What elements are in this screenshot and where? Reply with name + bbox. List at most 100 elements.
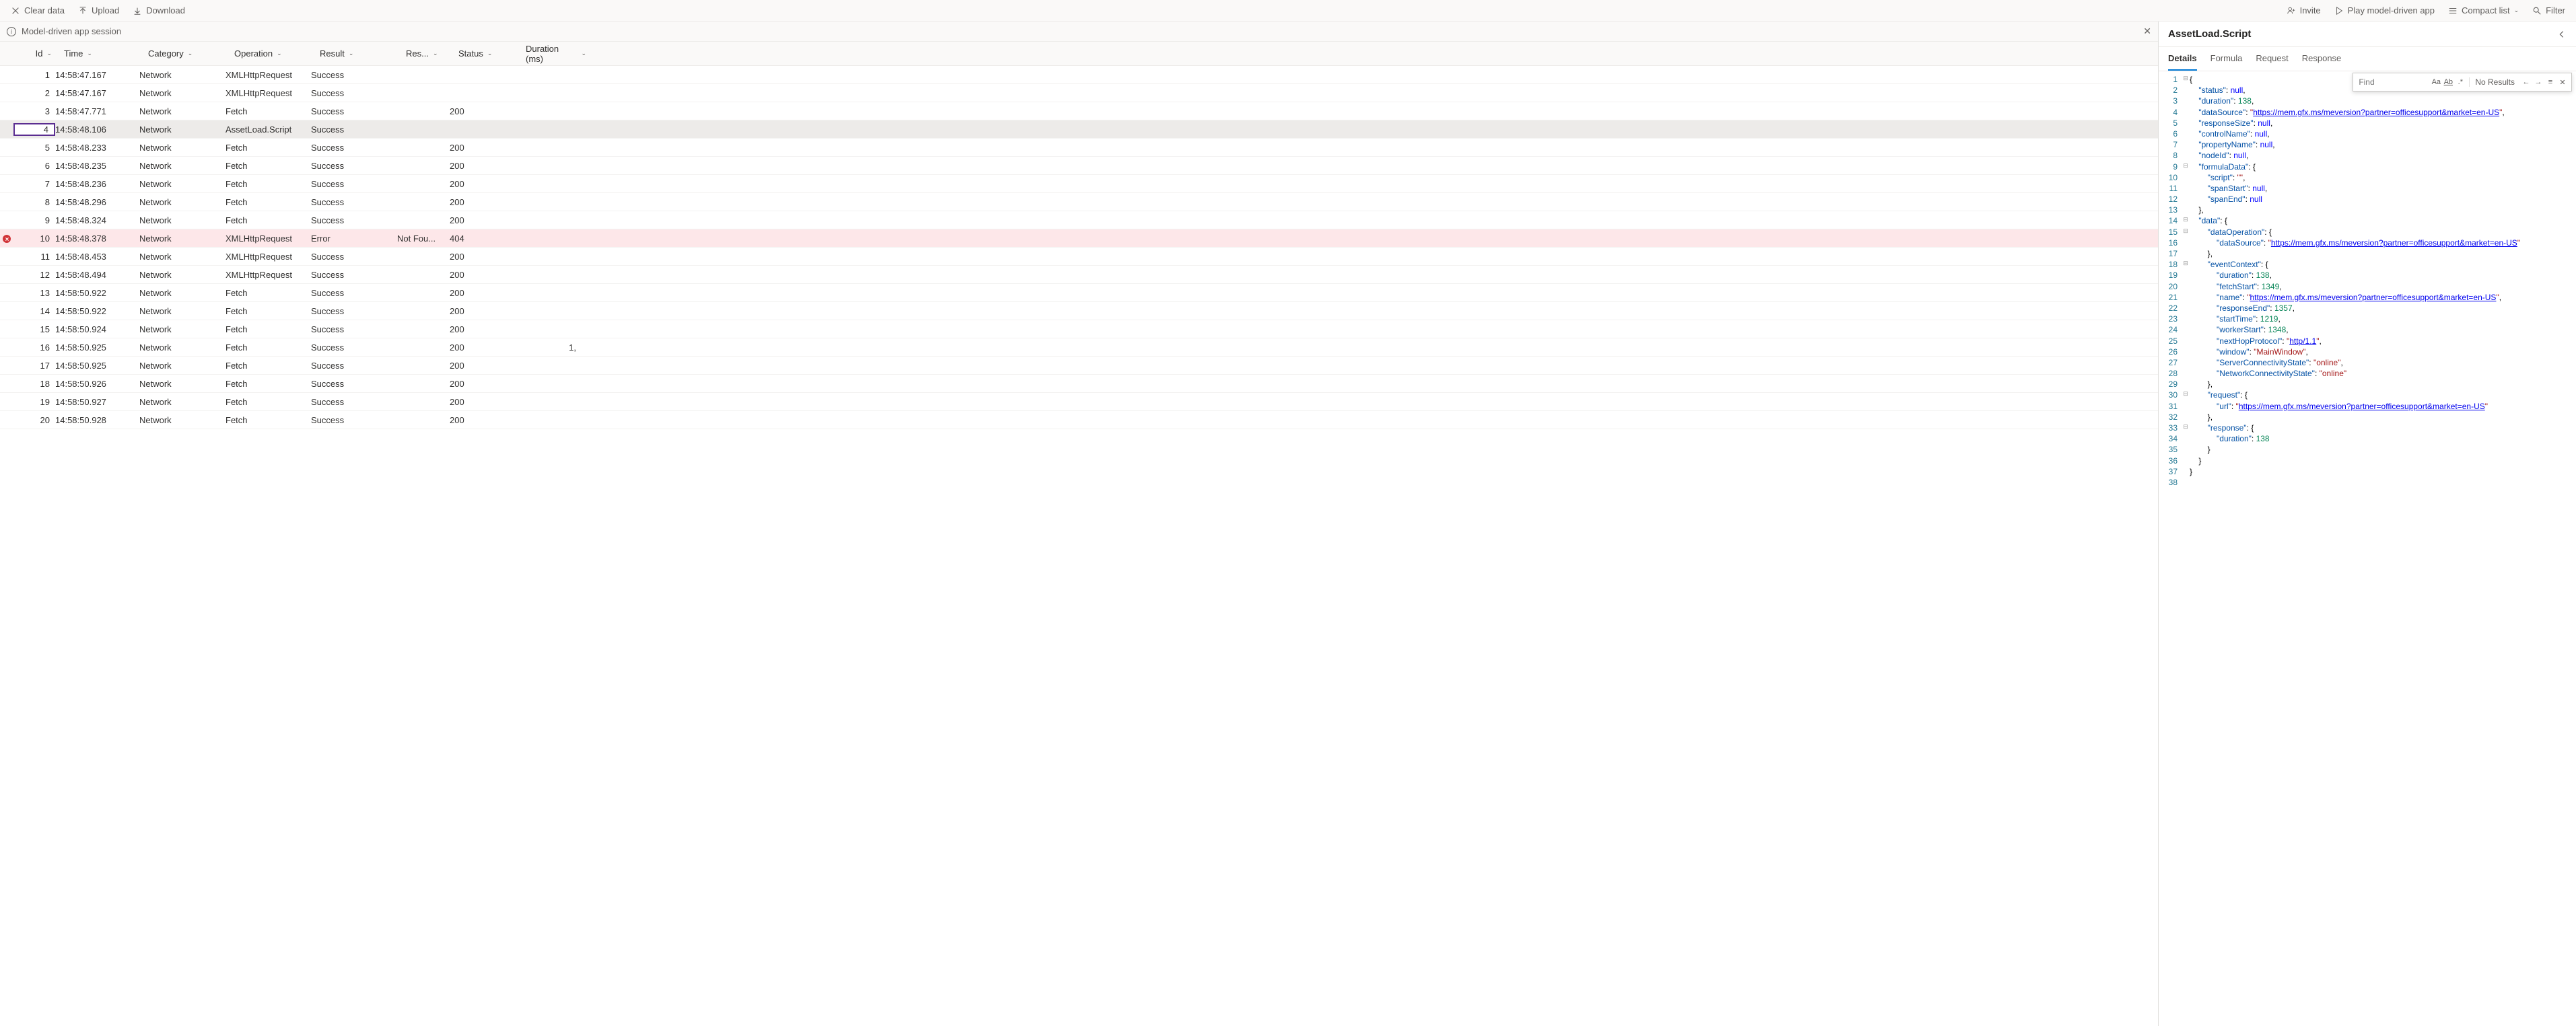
- fold-icon[interactable]: [2182, 172, 2190, 183]
- table-row[interactable]: 214:58:47.167NetworkXMLHttpRequestSucces…: [0, 84, 2158, 102]
- col-header-id[interactable]: Id⌄: [13, 48, 64, 59]
- tab-response[interactable]: Response: [2302, 47, 2342, 71]
- download-button[interactable]: Download: [127, 3, 190, 18]
- find-close-icon[interactable]: ✕: [2556, 78, 2569, 87]
- fold-icon[interactable]: ⊟: [2182, 74, 2190, 85]
- fold-icon[interactable]: ⊟: [2182, 390, 2190, 400]
- table-row[interactable]: 1314:58:50.922NetworkFetchSuccess200: [0, 284, 2158, 302]
- fold-icon[interactable]: [2182, 183, 2190, 194]
- close-session-button[interactable]: ✕: [2143, 26, 2151, 37]
- fold-icon[interactable]: [2182, 466, 2190, 477]
- cell-result: Success: [311, 324, 397, 334]
- fold-icon[interactable]: [2182, 118, 2190, 129]
- table-row[interactable]: 1814:58:50.926NetworkFetchSuccess200: [0, 375, 2158, 393]
- fold-icon[interactable]: [2182, 107, 2190, 118]
- fold-icon[interactable]: [2182, 314, 2190, 324]
- fold-icon[interactable]: [2182, 150, 2190, 161]
- table-row[interactable]: 1014:58:48.378NetworkXMLHttpRequestError…: [0, 229, 2158, 248]
- col-header-category[interactable]: Category⌄: [148, 48, 234, 59]
- fold-icon[interactable]: ⊟: [2182, 215, 2190, 226]
- invite-button[interactable]: Invite: [2281, 3, 2326, 18]
- upload-button[interactable]: Upload: [73, 3, 125, 18]
- fold-icon[interactable]: [2182, 401, 2190, 412]
- compact-list-button[interactable]: Compact list ⌄: [2443, 3, 2524, 18]
- table-row[interactable]: 1114:58:48.453NetworkXMLHttpRequestSucce…: [0, 248, 2158, 266]
- fold-icon[interactable]: [2182, 336, 2190, 346]
- fold-icon[interactable]: [2182, 455, 2190, 466]
- fold-icon[interactable]: [2182, 270, 2190, 281]
- tab-formula[interactable]: Formula: [2211, 47, 2243, 71]
- col-header-result[interactable]: Result⌄: [320, 48, 406, 59]
- table-row[interactable]: 1214:58:48.494NetworkXMLHttpRequestSucce…: [0, 266, 2158, 284]
- cell-operation: Fetch: [225, 306, 311, 316]
- table-row[interactable]: 714:58:48.236NetworkFetchSuccess200: [0, 175, 2158, 193]
- fold-icon[interactable]: [2182, 368, 2190, 379]
- fold-icon[interactable]: [2182, 194, 2190, 205]
- fold-icon[interactable]: [2182, 433, 2190, 444]
- fold-icon[interactable]: ⊟: [2182, 227, 2190, 237]
- cell-status: 200: [450, 324, 517, 334]
- fold-icon[interactable]: [2182, 444, 2190, 455]
- table-row[interactable]: 114:58:47.167NetworkXMLHttpRequestSucces…: [0, 66, 2158, 84]
- fold-icon[interactable]: [2182, 346, 2190, 357]
- table-row[interactable]: 1714:58:50.925NetworkFetchSuccess200: [0, 357, 2158, 375]
- cell-id: 18: [13, 379, 55, 389]
- fold-icon[interactable]: [2182, 237, 2190, 248]
- cell-status: 200: [450, 306, 517, 316]
- tab-details[interactable]: Details: [2168, 47, 2197, 71]
- tab-request[interactable]: Request: [2256, 47, 2288, 71]
- line-number: 27: [2159, 357, 2182, 368]
- find-next-icon[interactable]: →: [2532, 78, 2544, 86]
- find-input[interactable]: [2356, 76, 2430, 88]
- table-row[interactable]: 514:58:48.233NetworkFetchSuccess200: [0, 139, 2158, 157]
- table-row[interactable]: 1414:58:50.922NetworkFetchSuccess200: [0, 302, 2158, 320]
- fold-icon[interactable]: [2182, 205, 2190, 215]
- table-row[interactable]: 414:58:48.106NetworkAssetLoad.ScriptSucc…: [0, 120, 2158, 139]
- table-row[interactable]: 614:58:48.235NetworkFetchSuccess200: [0, 157, 2158, 175]
- table-row[interactable]: 314:58:47.771NetworkFetchSuccess200: [0, 102, 2158, 120]
- col-header-duration[interactable]: Duration (ms)⌄: [526, 44, 606, 64]
- col-header-time[interactable]: Time⌄: [64, 48, 148, 59]
- whole-word-icon[interactable]: Ab: [2442, 78, 2454, 86]
- grid-body[interactable]: 114:58:47.167NetworkXMLHttpRequestSucces…: [0, 66, 2158, 1026]
- fold-icon[interactable]: [2182, 303, 2190, 314]
- table-row[interactable]: 1614:58:50.925NetworkFetchSuccess2001,: [0, 338, 2158, 357]
- col-header-operation[interactable]: Operation⌄: [234, 48, 320, 59]
- col-header-status[interactable]: Status⌄: [458, 48, 526, 59]
- find-prev-icon[interactable]: ←: [2520, 78, 2532, 86]
- find-selection-icon[interactable]: ≡: [2544, 78, 2556, 86]
- expand-details-button[interactable]: [2557, 30, 2567, 39]
- filter-button[interactable]: Filter: [2527, 3, 2571, 18]
- line-number: 2: [2159, 85, 2182, 96]
- fold-icon[interactable]: [2182, 324, 2190, 335]
- regex-icon[interactable]: .*: [2454, 78, 2466, 86]
- fold-icon[interactable]: [2182, 292, 2190, 303]
- fold-icon[interactable]: [2182, 85, 2190, 96]
- col-header-reason[interactable]: Res...⌄: [406, 48, 458, 59]
- fold-icon[interactable]: [2182, 129, 2190, 139]
- cell-operation: Fetch: [225, 197, 311, 207]
- table-row[interactable]: 2014:58:50.928NetworkFetchSuccess200: [0, 411, 2158, 429]
- fold-icon[interactable]: [2182, 96, 2190, 106]
- line-number: 22: [2159, 303, 2182, 314]
- fold-icon[interactable]: [2182, 357, 2190, 368]
- table-row[interactable]: 914:58:48.324NetworkFetchSuccess200: [0, 211, 2158, 229]
- fold-icon[interactable]: [2182, 248, 2190, 259]
- fold-icon[interactable]: [2182, 379, 2190, 390]
- session-bar: i Model-driven app session ✕: [0, 22, 2158, 42]
- cell-time: 14:58:48.233: [55, 143, 139, 153]
- fold-icon[interactable]: ⊟: [2182, 259, 2190, 270]
- table-row[interactable]: 814:58:48.296NetworkFetchSuccess200: [0, 193, 2158, 211]
- json-editor[interactable]: 1⊟{2 "status": null,3 "duration": 138,4 …: [2159, 71, 2576, 1026]
- fold-icon[interactable]: ⊟: [2182, 423, 2190, 433]
- fold-icon[interactable]: ⊟: [2182, 161, 2190, 172]
- clear-data-button[interactable]: Clear data: [5, 3, 70, 18]
- play-app-button[interactable]: Play model-driven app: [2329, 3, 2440, 18]
- table-row[interactable]: 1914:58:50.927NetworkFetchSuccess200: [0, 393, 2158, 411]
- table-row[interactable]: 1514:58:50.924NetworkFetchSuccess200: [0, 320, 2158, 338]
- fold-icon[interactable]: [2182, 139, 2190, 150]
- cell-time: 14:58:47.771: [55, 106, 139, 116]
- match-case-icon[interactable]: Aa: [2430, 78, 2442, 86]
- fold-icon[interactable]: [2182, 281, 2190, 292]
- fold-icon[interactable]: [2182, 412, 2190, 423]
